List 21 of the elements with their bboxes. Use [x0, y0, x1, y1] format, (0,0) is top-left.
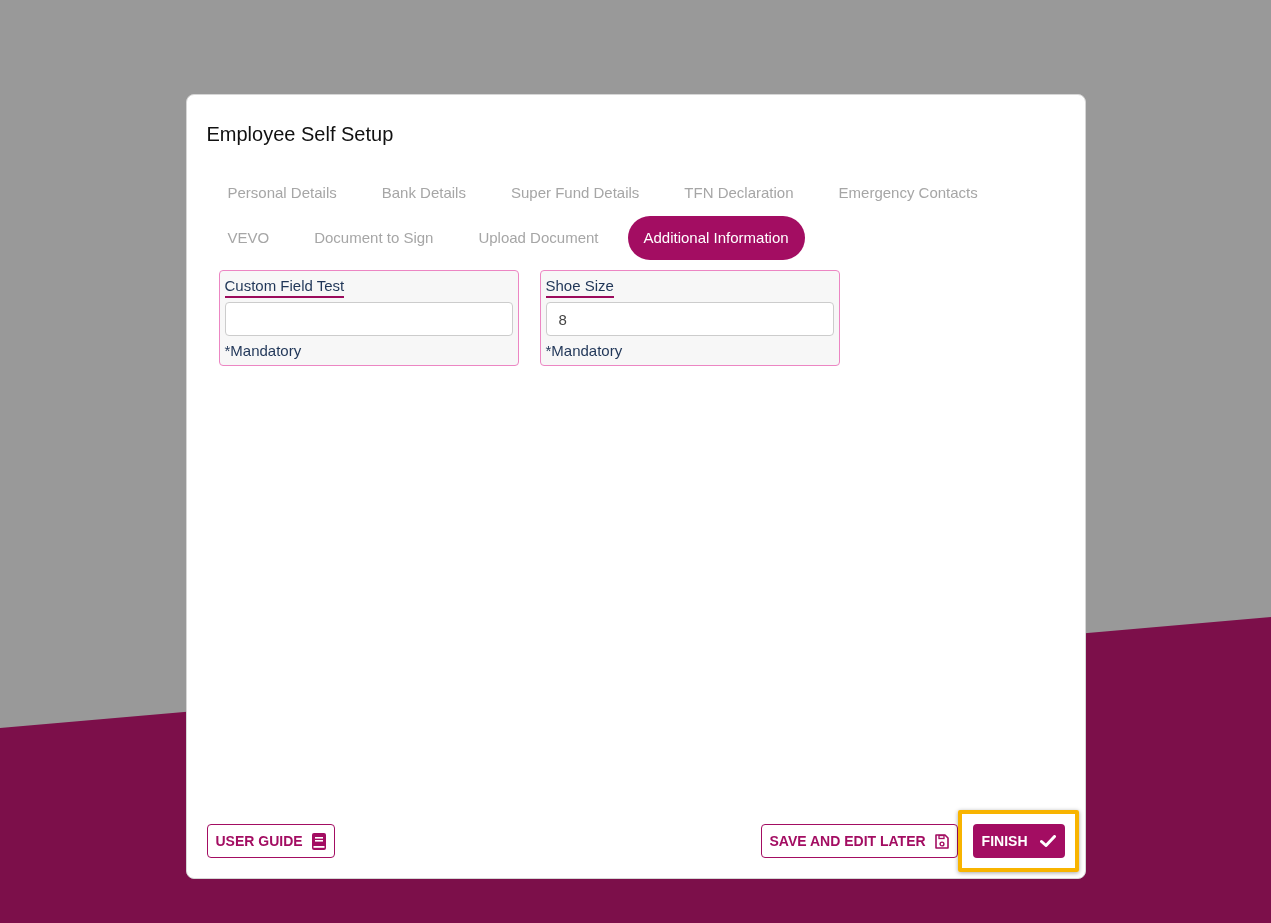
tab[interactable]: Document to Sign [298, 216, 450, 260]
tab[interactable]: Super Fund Details [494, 171, 656, 215]
tab[interactable]: Personal Details [211, 171, 353, 215]
tab[interactable]: Emergency Contacts [822, 171, 994, 215]
field-label: Custom Field Test [224, 276, 345, 298]
text-input[interactable] [224, 302, 513, 336]
tab[interactable]: Upload Document [462, 216, 615, 260]
finish-button[interactable]: FINISH [972, 824, 1065, 858]
mandatory-note: *Mandatory [545, 342, 623, 360]
field-label: Shoe Size [545, 276, 614, 298]
mandatory-note: *Mandatory [224, 342, 302, 360]
dialog-title: Employee Self Setup [206, 122, 394, 147]
user-guide-button[interactable]: USER GUIDE [206, 824, 335, 858]
text-input[interactable]: 8 [545, 302, 834, 336]
tab[interactable]: TFN Declaration [668, 171, 810, 215]
tab[interactable]: Bank Details [365, 171, 482, 215]
book-icon [311, 832, 326, 850]
tab[interactable]: VEVO [211, 216, 286, 260]
tab[interactable]: Additional Information [627, 216, 805, 260]
check-icon [1039, 835, 1056, 847]
save-and-edit-later-button[interactable]: SAVE AND EDIT LATER [760, 824, 958, 858]
